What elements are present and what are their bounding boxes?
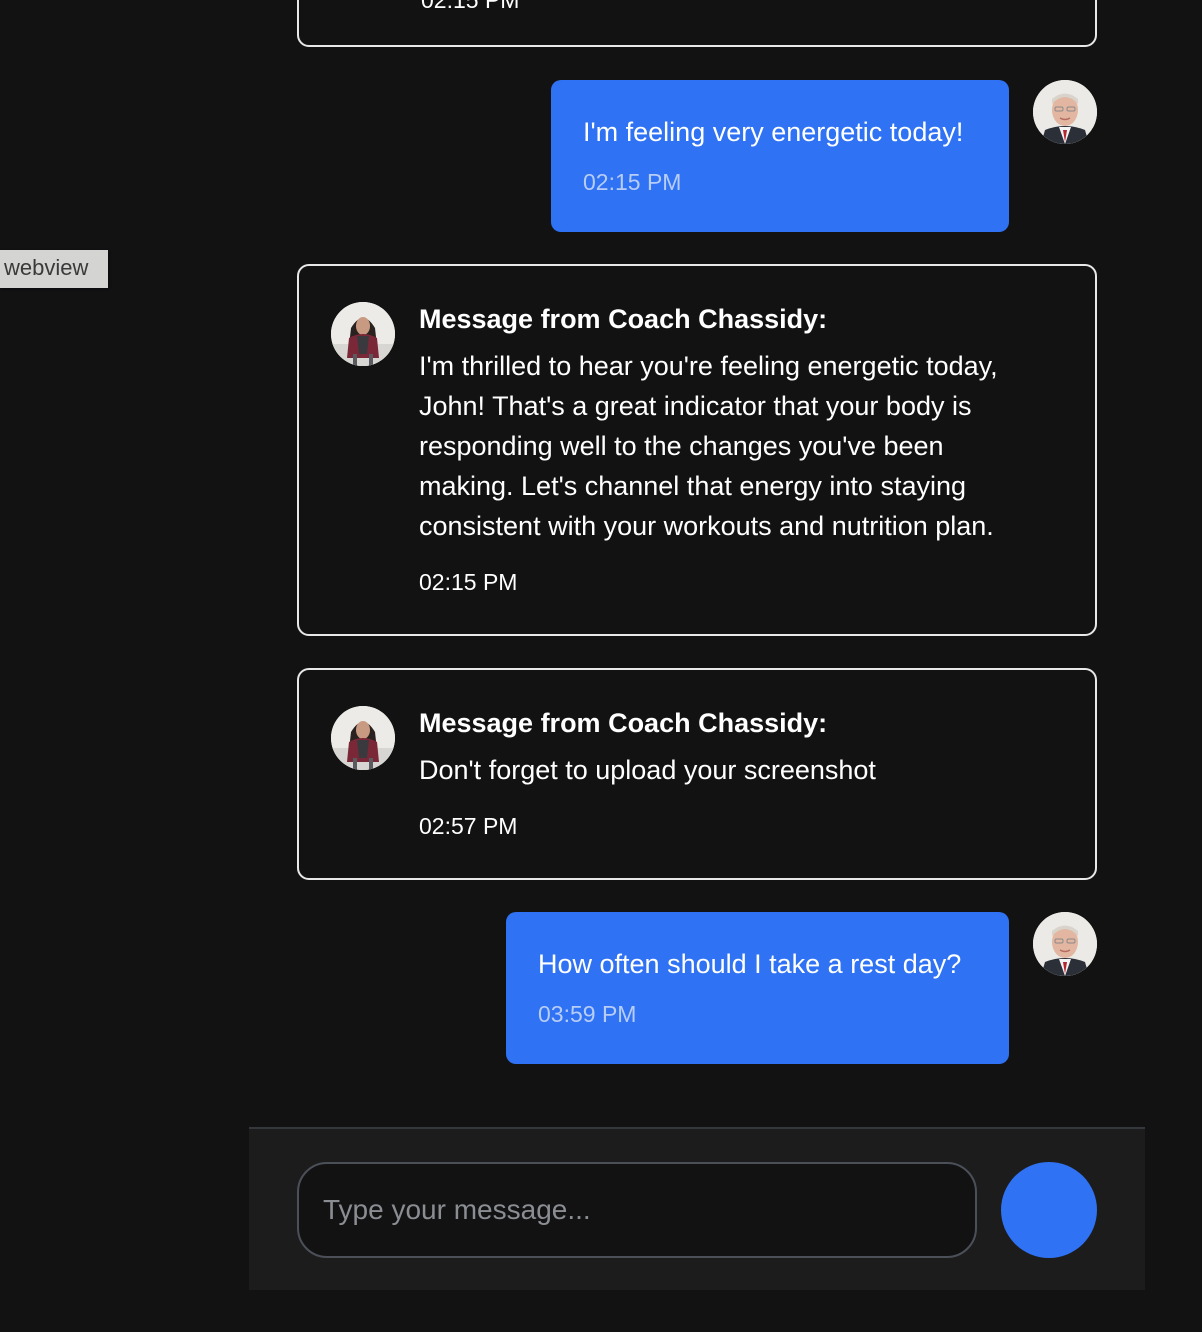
message-time: 03:59 PM bbox=[538, 1001, 637, 1027]
user-message-bubble: I'm feeling very energetic today! 02:15 … bbox=[551, 80, 1009, 232]
coach-avatar bbox=[331, 302, 395, 366]
user-message-text: I'm feeling very energetic today! bbox=[583, 117, 964, 147]
coach-message-title: Message from Coach Chassidy: bbox=[419, 304, 828, 334]
message-time: 02:57 PM bbox=[419, 813, 518, 839]
webview-label: webview bbox=[0, 250, 108, 288]
user-avatar-icon bbox=[1033, 912, 1097, 976]
user-message-bubble: How often should I take a rest day? 03:5… bbox=[506, 912, 1009, 1064]
chat-page: 02:15 PM webview I'm feeling very energe… bbox=[0, 0, 1202, 1332]
message-composer bbox=[249, 1127, 1145, 1290]
coach-message-content: Message from Coach Chassidy: I'm thrille… bbox=[419, 302, 1039, 596]
message-input[interactable] bbox=[297, 1162, 977, 1258]
user-avatar bbox=[1033, 912, 1097, 976]
user-avatar bbox=[1033, 80, 1097, 144]
message-time: 02:15 PM bbox=[583, 169, 682, 195]
message-time: 02:15 PM bbox=[421, 0, 520, 13]
coach-message-content: Message from Coach Chassidy: Don't forge… bbox=[419, 706, 1039, 840]
coach-avatar bbox=[331, 706, 395, 770]
message-time: 02:15 PM bbox=[419, 569, 518, 595]
coach-message-title: Message from Coach Chassidy: bbox=[419, 708, 828, 738]
coach-avatar-icon bbox=[331, 706, 395, 770]
coach-message-card-previous: 02:15 PM bbox=[297, 0, 1097, 47]
coach-message-card: Message from Coach Chassidy: I'm thrille… bbox=[297, 264, 1097, 636]
user-message-text: How often should I take a rest day? bbox=[538, 949, 962, 979]
coach-avatar-icon bbox=[331, 302, 395, 366]
coach-message-text: Don't forget to upload your screenshot bbox=[419, 755, 876, 785]
coach-message-card: Message from Coach Chassidy: Don't forge… bbox=[297, 668, 1097, 880]
user-avatar-icon bbox=[1033, 80, 1097, 144]
coach-message-text: I'm thrilled to hear you're feeling ener… bbox=[419, 351, 998, 541]
send-button[interactable] bbox=[1001, 1162, 1097, 1258]
